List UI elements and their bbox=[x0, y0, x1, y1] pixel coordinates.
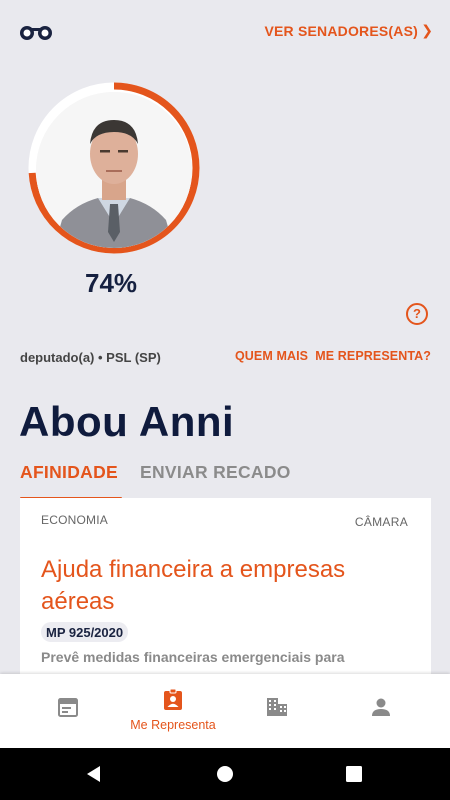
deputy-role: deputado(a) • PSL (SP) bbox=[20, 350, 161, 365]
nav-label-me-representa: Me Representa bbox=[130, 718, 216, 732]
nav-item-perfil[interactable] bbox=[325, 674, 437, 748]
system-navigation-bar bbox=[0, 748, 450, 800]
nav-item-me-representa[interactable]: Me Representa bbox=[117, 674, 229, 748]
quem-mais-me-representa-link[interactable]: QUEM MAIS ME REPRESENTA? bbox=[235, 349, 431, 363]
tab-afinidade[interactable]: AFINIDADE bbox=[20, 462, 118, 483]
tab-bar: AFINIDADE ENVIAR RECADO bbox=[20, 462, 430, 502]
nav-item-agenda[interactable] bbox=[12, 674, 124, 748]
home-circle-icon[interactable] bbox=[213, 762, 237, 786]
card-category: ECONOMIA bbox=[41, 513, 108, 527]
card-badge: MP 925/2020 bbox=[41, 622, 129, 642]
ver-senadores-link[interactable]: VER SENADORES(AS) bbox=[264, 23, 418, 39]
back-triangle-icon[interactable] bbox=[82, 762, 106, 786]
card-title: Ajuda financeira a empresas aéreas bbox=[41, 556, 346, 615]
tab-enviar-recado[interactable]: ENVIAR RECADO bbox=[140, 462, 291, 483]
help-icon[interactable]: ? bbox=[406, 303, 428, 325]
building-icon bbox=[267, 698, 287, 716]
person-icon bbox=[372, 698, 390, 716]
chevron-right-icon[interactable]: ❯ bbox=[421, 22, 433, 39]
deputy-photo bbox=[36, 92, 192, 248]
person-portrait-icon bbox=[36, 92, 192, 248]
card-description: Prevê medidas financeiras emergenciais p… bbox=[41, 649, 345, 665]
affinity-percent: 74% bbox=[85, 268, 138, 298]
recents-square-icon[interactable] bbox=[342, 762, 366, 786]
calendar-icon bbox=[58, 698, 78, 717]
card-house: CÂMARA bbox=[354, 515, 408, 529]
app-screen: VER SENADORES(AS) ❯ 74% ? deputado(a) • … bbox=[0, 0, 450, 748]
deputy-name: Abou Anni bbox=[19, 398, 235, 445]
id-badge-icon bbox=[164, 688, 182, 710]
glasses-icon[interactable] bbox=[18, 20, 54, 44]
nav-item-camara[interactable] bbox=[221, 674, 333, 748]
bottom-navigation: Me Representa bbox=[0, 674, 450, 748]
vote-card[interactable]: ECONOMIA CÂMARA Ajuda financeira a empre… bbox=[20, 498, 431, 674]
top-bar: VER SENADORES(AS) ❯ bbox=[0, 0, 450, 62]
